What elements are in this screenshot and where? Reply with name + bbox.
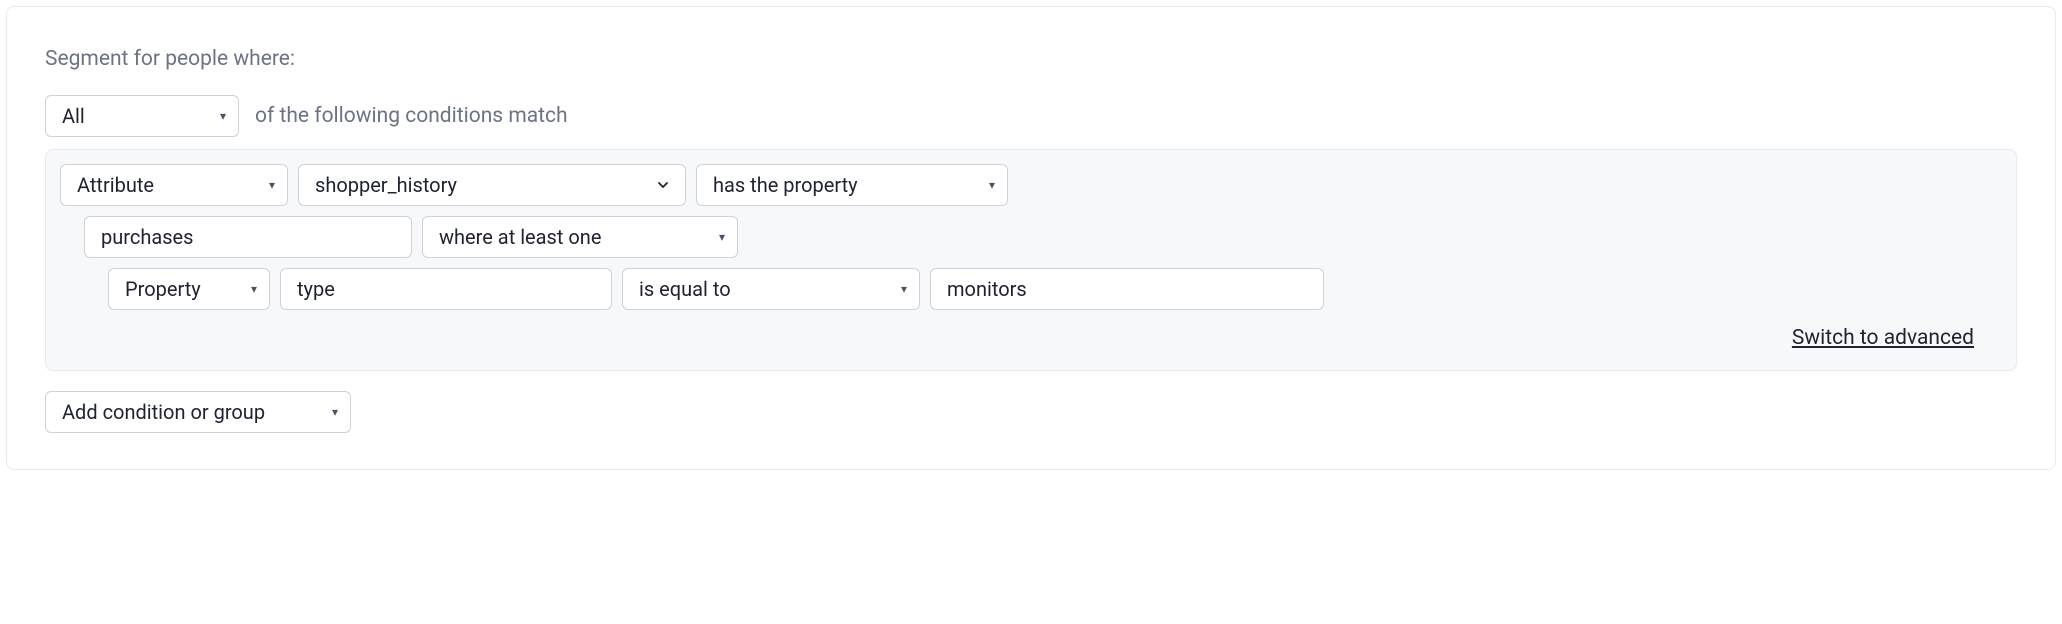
- inner-field-input[interactable]: type: [280, 268, 612, 310]
- comparator-select[interactable]: is equal to ▾: [622, 268, 920, 310]
- add-condition-label: Add condition or group: [62, 400, 265, 424]
- chevron-down-icon: [655, 177, 671, 193]
- add-condition-button[interactable]: Add condition or group ▾: [45, 391, 351, 433]
- conditions-container: Attribute ▾ shopper_history has the prop…: [45, 149, 2017, 371]
- attribute-name-value: shopper_history: [315, 173, 641, 197]
- value-text: monitors: [947, 277, 1309, 301]
- segment-builder-panel: Segment for people where: All ▾ of the f…: [6, 6, 2056, 470]
- operator-select[interactable]: All ▾: [45, 95, 239, 137]
- caret-down-icon: ▾: [719, 231, 725, 243]
- value-input[interactable]: monitors: [930, 268, 1324, 310]
- predicate-select[interactable]: has the property ▾: [696, 164, 1008, 206]
- caret-down-icon: ▾: [269, 179, 275, 191]
- condition-row-3: Property ▾ type is equal to ▾ monitors: [108, 268, 2002, 310]
- quantifier-value: where at least one: [439, 225, 601, 249]
- nested-property-input[interactable]: purchases: [84, 216, 412, 258]
- predicate-value: has the property: [713, 173, 858, 197]
- inner-field-value: type: [297, 277, 597, 301]
- caret-down-icon: ▾: [901, 283, 907, 295]
- caret-down-icon: ▾: [220, 110, 226, 122]
- condition-row-2: purchases where at least one ▾: [84, 216, 2002, 258]
- switch-to-advanced-link[interactable]: Switch to advanced: [1792, 326, 1974, 350]
- nested-property-value: purchases: [101, 225, 397, 249]
- segment-header: Segment for people where:: [45, 47, 2017, 71]
- operator-value: All: [62, 104, 85, 128]
- comparator-value: is equal to: [639, 277, 731, 301]
- advanced-row: Switch to advanced: [60, 320, 2002, 352]
- caret-down-icon: ▾: [251, 283, 257, 295]
- caret-down-icon: ▾: [332, 406, 338, 418]
- inner-kind-value: Property: [125, 277, 201, 301]
- inner-kind-select[interactable]: Property ▾: [108, 268, 270, 310]
- attribute-name-input[interactable]: shopper_history: [298, 164, 686, 206]
- conditions-suffix: of the following conditions match: [255, 104, 568, 128]
- condition-type-value: Attribute: [77, 173, 154, 197]
- caret-down-icon: ▾: [989, 179, 995, 191]
- condition-type-select[interactable]: Attribute ▾: [60, 164, 288, 206]
- quantifier-select[interactable]: where at least one ▾: [422, 216, 738, 258]
- condition-row-1: Attribute ▾ shopper_history has the prop…: [60, 164, 2002, 206]
- operator-row: All ▾ of the following conditions match: [45, 95, 2017, 137]
- footer-row: Add condition or group ▾: [45, 391, 2017, 433]
